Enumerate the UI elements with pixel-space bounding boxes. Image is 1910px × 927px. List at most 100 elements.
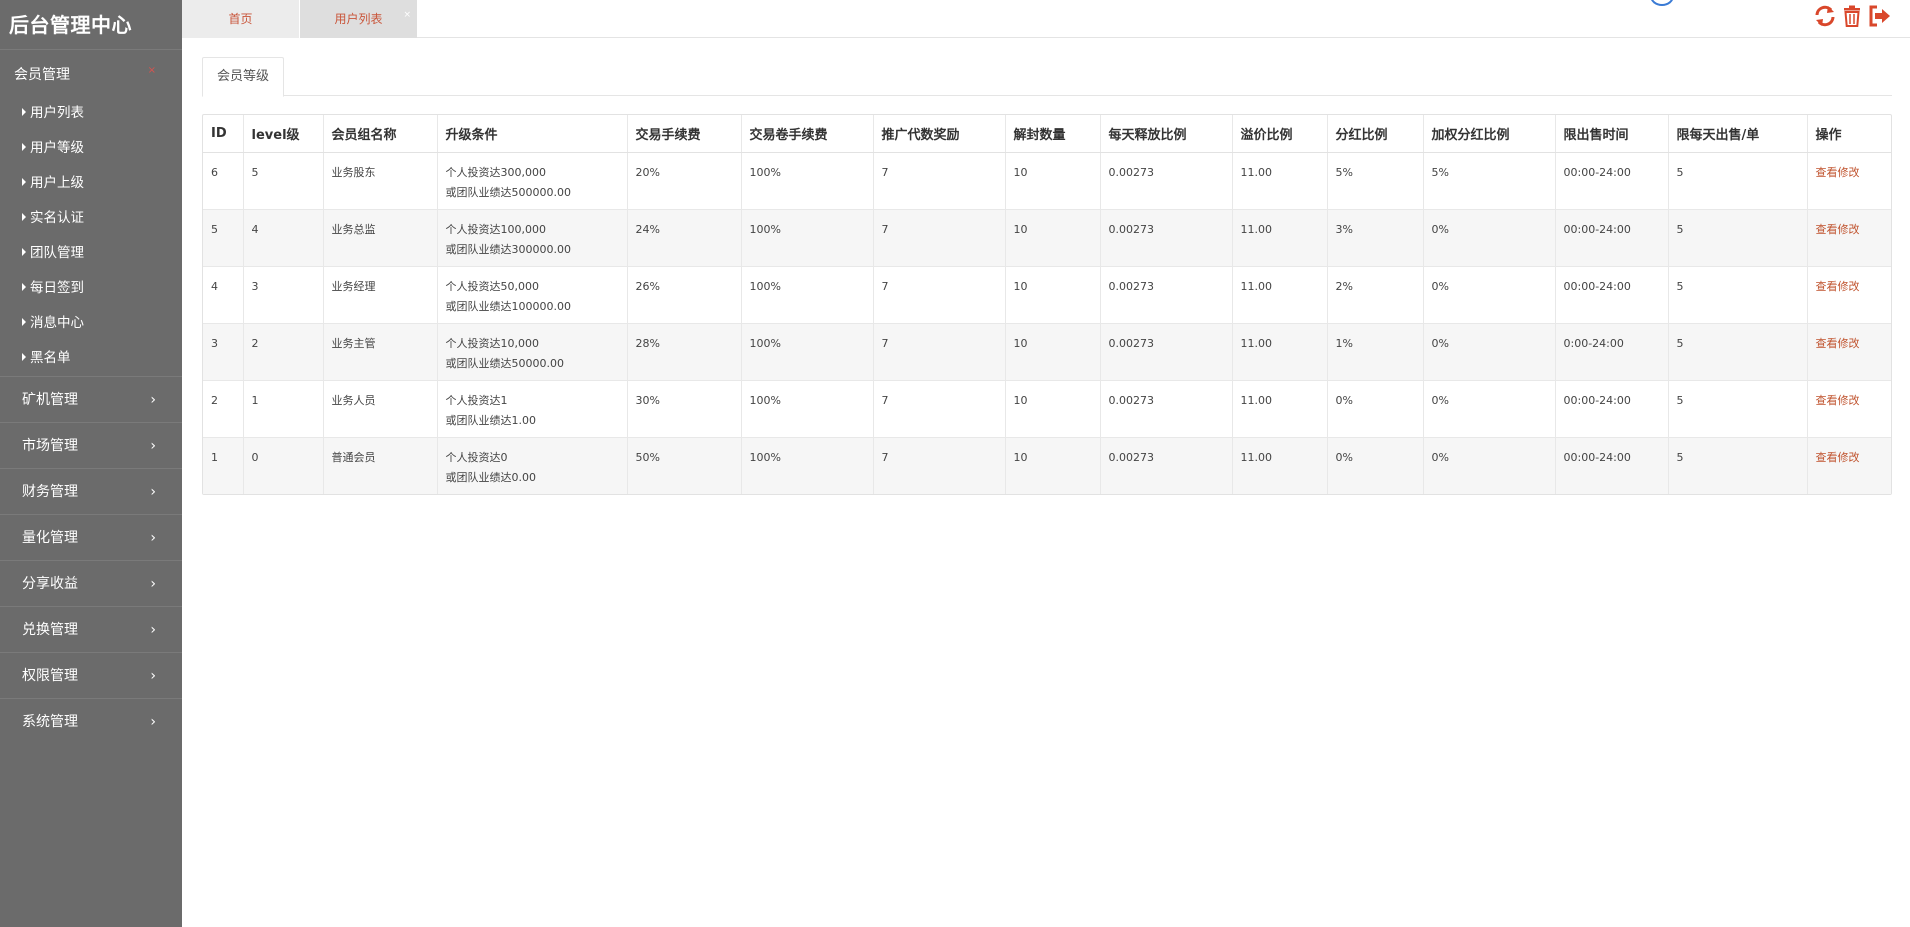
sidebar-menu-item[interactable]: 分享收益 ›	[0, 560, 182, 606]
cell-cond: 个人投资达10,000 或团队业绩达50000.00	[437, 323, 628, 381]
cell-fee: 28%	[627, 323, 742, 381]
cell-limit: 5	[1668, 152, 1808, 210]
view-edit-link[interactable]: 查看修改	[1816, 337, 1860, 350]
globe-icon	[1650, 0, 1674, 6]
column-header: 每天释放比例	[1100, 115, 1233, 153]
close-icon[interactable]: ×	[403, 0, 411, 34]
cell-unlock: 10	[1005, 323, 1101, 381]
upgrade-condition-team: 或团队业绩达100000.00	[445, 299, 572, 313]
cell-dividend: 3%	[1327, 209, 1424, 267]
sidebar-subitem-label: 用户列表	[30, 105, 84, 121]
submenu-list: 用户列表用户等级 用户上级 实名认证 团队管理 每日签到消息中心黑名单	[0, 96, 182, 376]
close-icon[interactable]: ×	[148, 65, 156, 76]
sidebar-menu-label: 量化管理	[22, 530, 78, 546]
caret-right-icon	[22, 353, 26, 361]
cell-fee: 24%	[627, 209, 742, 267]
upgrade-condition-personal: 个人投资达50,000	[445, 279, 540, 293]
menu-member-management[interactable]: 会员管理 ×	[0, 50, 182, 96]
refresh-icon[interactable]	[1813, 4, 1837, 28]
upgrade-condition-team: 或团队业绩达1.00	[445, 413, 537, 427]
cell-vfee: 100%	[741, 266, 874, 324]
sidebar-subitem[interactable]: 用户上级	[0, 166, 182, 201]
cell-id: 6	[203, 152, 244, 210]
cell-action: 查看修改	[1807, 437, 1891, 494]
sidebar-subitem[interactable]: 消息中心	[0, 306, 182, 341]
tab-home[interactable]: 首页	[182, 0, 299, 38]
sidebar-subitem[interactable]: 团队管理	[0, 236, 182, 271]
sidebar-menu-item[interactable]: 财务管理 ›	[0, 468, 182, 514]
cell-vfee: 100%	[741, 323, 874, 381]
sidebar-subitem[interactable]: 实名认证	[0, 201, 182, 236]
cell-premium: 11.00	[1232, 380, 1328, 438]
content-tab-bar: 会员等级	[202, 57, 1892, 97]
sidebar-menu-label: 系统管理	[22, 714, 78, 730]
sidebar-menu-label: 市场管理	[22, 438, 78, 454]
cell-cond: 个人投资达0 或团队业绩达0.00	[437, 437, 628, 494]
cell-wdividend: 5%	[1423, 152, 1556, 210]
cell-action: 查看修改	[1807, 209, 1891, 267]
chevron-right-icon: ›	[150, 530, 156, 546]
tab-member-level[interactable]: 会员等级	[202, 57, 284, 97]
column-header: 加权分红比例	[1423, 115, 1556, 153]
tab-user-list[interactable]: 用户列表 ×	[299, 0, 417, 38]
logout-icon[interactable]	[1867, 4, 1891, 28]
cell-id: 3	[203, 323, 244, 381]
view-edit-link[interactable]: 查看修改	[1816, 223, 1860, 236]
cell-fee: 20%	[627, 152, 742, 210]
table-row: 6 5 业务股东 个人投资达300,000 或团队业绩达500000.00 20% 100%…	[203, 152, 1891, 210]
caret-right-icon	[22, 283, 26, 291]
view-edit-link[interactable]: 查看修改	[1816, 166, 1860, 179]
sidebar-menu-item[interactable]: 矿机管理 ›	[0, 376, 182, 422]
caret-right-icon	[22, 108, 26, 116]
sidebar-subitem[interactable]: 每日签到	[0, 271, 182, 306]
cell-action: 查看修改	[1807, 380, 1891, 438]
sidebar-subitem-label: 消息中心	[30, 315, 84, 331]
view-edit-link[interactable]: 查看修改	[1816, 394, 1860, 407]
cell-limit: 5	[1668, 380, 1808, 438]
trash-icon[interactable]	[1840, 4, 1864, 28]
cell-reward: 7	[873, 152, 1006, 210]
cell-vfee: 100%	[741, 380, 874, 438]
view-edit-link[interactable]: 查看修改	[1816, 451, 1860, 464]
sidebar-menu-item[interactable]: 系统管理 ›	[0, 698, 182, 744]
sidebar-menu-item[interactable]: 权限管理 ›	[0, 652, 182, 698]
tab-label: 用户列表	[334, 12, 383, 26]
sidebar-menu-label: 兑换管理	[22, 622, 78, 638]
sidebar-menu-item[interactable]: 兑换管理 ›	[0, 606, 182, 652]
upgrade-condition-team: 或团队业绩达50000.00	[445, 356, 565, 370]
cell-premium: 11.00	[1232, 323, 1328, 381]
cell-reward: 7	[873, 209, 1006, 267]
cell-reward: 7	[873, 380, 1006, 438]
cell-id: 1	[203, 437, 244, 494]
cell-vfee: 100%	[741, 437, 874, 494]
app-title: 后台管理中心	[9, 13, 132, 37]
cell-limit: 5	[1668, 266, 1808, 324]
sidebar-subitem[interactable]: 黑名单	[0, 341, 182, 376]
column-header: level级	[243, 115, 324, 153]
cell-fee: 50%	[627, 437, 742, 494]
caret-right-icon	[22, 318, 26, 326]
column-header: 会员组名称	[323, 115, 438, 153]
cell-premium: 11.00	[1232, 209, 1328, 267]
upgrade-condition-team: 或团队业绩达0.00	[445, 470, 537, 484]
cell-unlock: 10	[1005, 209, 1101, 267]
sidebar-subitem[interactable]: 用户列表	[0, 96, 182, 131]
tab-label: 首页	[228, 12, 253, 26]
cell-reward: 7	[873, 437, 1006, 494]
sidebar-menu-item[interactable]: 市场管理 ›	[0, 422, 182, 468]
chevron-right-icon: ›	[150, 714, 156, 730]
sidebar-menu-label: 财务管理	[22, 484, 78, 500]
column-header: ID	[203, 115, 244, 153]
caret-right-icon	[22, 213, 26, 221]
cell-vfee: 100%	[741, 152, 874, 210]
chevron-right-icon: ›	[150, 576, 156, 592]
chevron-right-icon: ›	[150, 622, 156, 638]
sidebar-menu-item[interactable]: 量化管理 ›	[0, 514, 182, 560]
cell-name: 业务主管	[323, 323, 438, 381]
sidebar-subitem[interactable]: 用户等级	[0, 131, 182, 166]
chevron-right-icon: ›	[150, 668, 156, 684]
cell-limit: 5	[1668, 209, 1808, 267]
cell-level: 2	[243, 323, 324, 381]
cell-time: 00:00-24:00	[1555, 437, 1669, 494]
view-edit-link[interactable]: 查看修改	[1816, 280, 1860, 293]
